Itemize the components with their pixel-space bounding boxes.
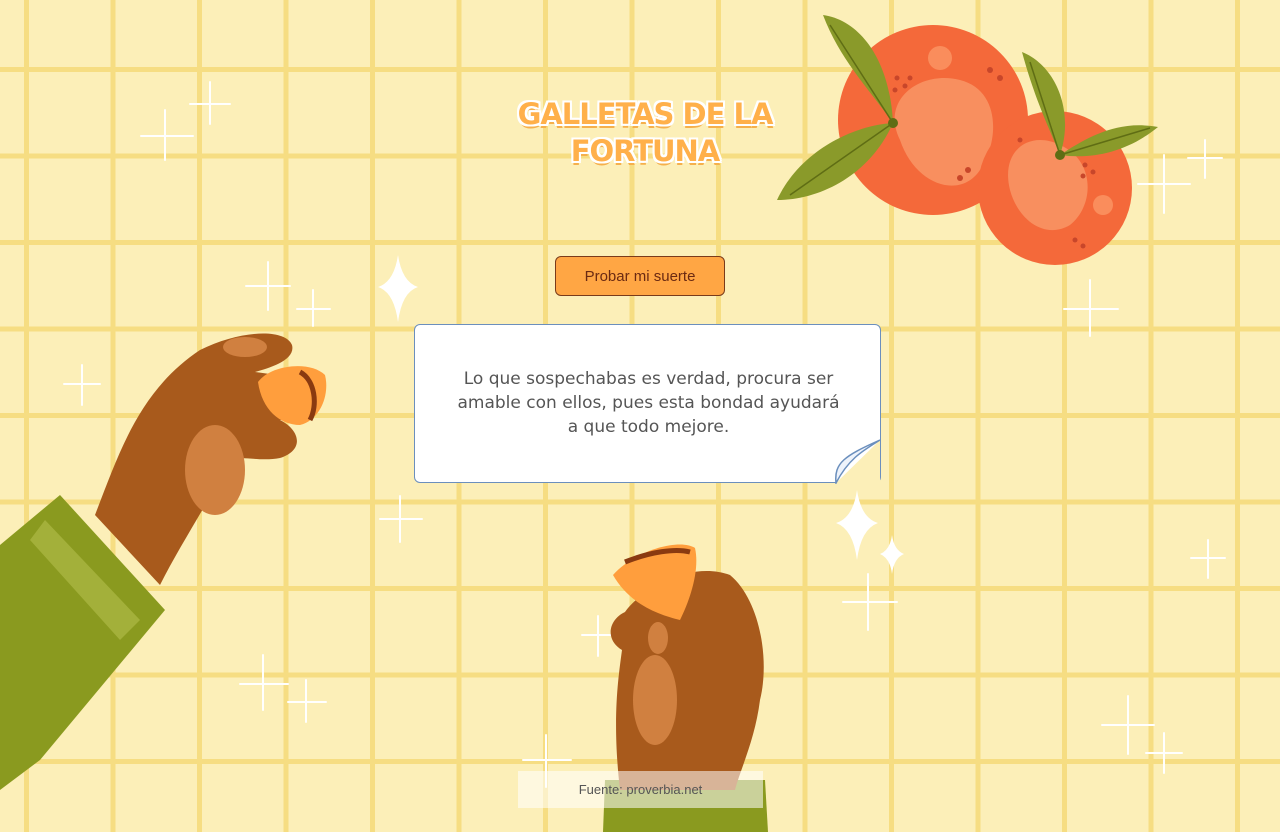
try-luck-button[interactable]: Probar mi suerte [555, 256, 725, 296]
orange-fruit-icon [777, 15, 1158, 265]
folded-corner-icon [835, 439, 881, 484]
page-title: GALLETAS DE LA FORTUNA [480, 96, 810, 170]
fortune-message: Lo que sospechabas es verdad, procura se… [457, 369, 840, 437]
hand-holding-cookie-icon [0, 333, 327, 790]
source-credit: Fuente: proverbia.net [518, 771, 763, 808]
title-line-1: GALLETAS DE LA [517, 97, 774, 131]
title-line-2: FORTUNA [570, 134, 721, 168]
fortune-card: Lo que sospechabas es verdad, procura se… [414, 324, 881, 484]
